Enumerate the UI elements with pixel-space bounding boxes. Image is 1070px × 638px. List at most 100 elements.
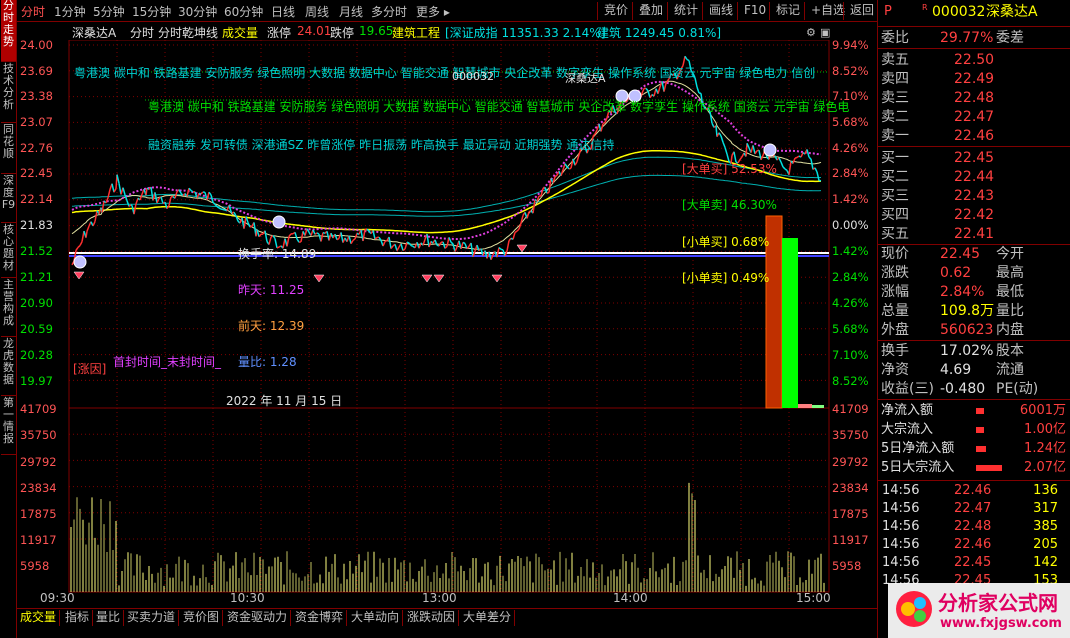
price-segment xyxy=(156,198,160,204)
price-segment xyxy=(388,236,392,249)
overlay-button[interactable]: 叠加 xyxy=(632,2,669,20)
price-segment xyxy=(210,194,214,203)
stat-value: 2.84% xyxy=(940,284,985,300)
bid-row[interactable]: 买四 22.42 xyxy=(878,205,1068,225)
bid-price: 22.44 xyxy=(954,169,995,185)
ask-row[interactable]: 卖一 22.46 xyxy=(878,126,1068,146)
menu-weekly[interactable]: 周线 xyxy=(305,3,329,20)
bid-label: 买一 xyxy=(881,150,909,166)
draw-button[interactable]: 画线 xyxy=(702,2,739,20)
price-segment xyxy=(462,241,466,245)
weibi-row: 委比 29.77% 委差 xyxy=(878,28,1068,48)
menu-multi-intraday[interactable]: 多分时 xyxy=(371,3,407,20)
bid-row[interactable]: 买一 22.45 xyxy=(878,148,1068,168)
tick-price: 22.46 xyxy=(954,537,992,552)
tab-buy-sell-power[interactable]: 买卖力道 xyxy=(124,610,180,626)
small-sell-label: [小单卖] 0.49% xyxy=(682,271,770,285)
bid-row[interactable]: 买三 22.43 xyxy=(878,186,1068,206)
tab-depth-f9[interactable]: 深度F9 xyxy=(1,175,16,223)
tab-fund-drive[interactable]: 资金驱动力 xyxy=(224,610,292,626)
volume-tick: 17875 xyxy=(20,507,57,521)
settings-icon[interactable]: ⚙ xyxy=(806,26,816,39)
tab-indicator[interactable]: 指标 xyxy=(62,610,94,626)
tab-first-intel[interactable]: 第一情报 xyxy=(1,397,16,455)
sector-name[interactable]: 建筑工程 xyxy=(392,24,440,41)
stat2-row: 净资 4.69 流通 xyxy=(878,360,1068,380)
menu-daily[interactable]: 日线 xyxy=(271,3,295,20)
price-segment xyxy=(92,221,96,227)
stat-value: 22.45 xyxy=(940,246,981,262)
tab-big-order-diff[interactable]: 大单差分 xyxy=(460,610,516,626)
menu-intraday[interactable]: 分时 xyxy=(21,3,45,20)
flow-row: 大宗流入 1.00亿 xyxy=(878,421,1068,439)
tab-volume[interactable]: 成交量 xyxy=(17,610,61,626)
tab-volume-ratio[interactable]: 量比 xyxy=(93,610,125,626)
yesterday-annotation: 昨天: 11.25 xyxy=(238,283,305,297)
tab-price-cause[interactable]: 涨跌动因 xyxy=(404,610,460,626)
f10-button[interactable]: F10 xyxy=(737,2,772,20)
tab-fund-game[interactable]: 资金博弈 xyxy=(292,610,348,626)
price-segment xyxy=(126,200,130,207)
bid-row[interactable]: 买五 22.41 xyxy=(878,224,1068,244)
price-tick: 22.14 xyxy=(20,192,53,206)
price-segment xyxy=(145,187,148,196)
ratio-label: 量比: 1.28 xyxy=(238,355,297,369)
back-button[interactable]: 返回 xyxy=(843,2,880,20)
ask-row[interactable]: 卖五 22.50 xyxy=(878,50,1068,70)
ask-row[interactable]: 卖四 22.49 xyxy=(878,69,1068,89)
panel-mark: R xyxy=(922,3,928,12)
limit-down-value: 19.65 xyxy=(359,24,394,38)
stats-button[interactable]: 统计 xyxy=(667,2,704,20)
mark-button[interactable]: 标记 xyxy=(769,2,806,20)
stat2-row: 收益(三) -0.480 PE(动) xyxy=(878,379,1068,399)
tab-ths[interactable]: 同花顺 xyxy=(1,124,16,174)
price-segment xyxy=(314,232,318,235)
flow-label: 5日净流入额 xyxy=(881,441,955,456)
tab-big-order-trend[interactable]: 大单动向 xyxy=(348,610,404,626)
volume-tick: 29792 xyxy=(20,455,57,469)
tab-intraday[interactable]: 分时走势 xyxy=(1,0,16,62)
price-segment xyxy=(79,241,83,246)
pct-tick: 9.94% xyxy=(832,38,869,52)
menu-60min[interactable]: 60分钟 xyxy=(224,3,263,20)
price-segment xyxy=(256,229,260,237)
flow-value: 2.07亿 xyxy=(1024,460,1066,475)
price-segment xyxy=(454,246,458,252)
site-logo: 分析家公式网 www.fxjgsw.com xyxy=(888,583,1070,638)
intraday-chart[interactable] xyxy=(17,40,877,608)
price-segment xyxy=(384,239,388,243)
menu-more[interactable]: 更多 ▸ xyxy=(416,3,450,20)
ask-row[interactable]: 卖二 22.47 xyxy=(878,107,1068,127)
price-segment xyxy=(81,230,85,242)
price-segment xyxy=(500,248,504,251)
price-segment xyxy=(334,233,338,240)
price-segment xyxy=(518,222,522,230)
bid-row[interactable]: 买二 22.44 xyxy=(878,167,1068,187)
tab-auction-chart[interactable]: 竞价图 xyxy=(180,610,224,626)
menu-1min[interactable]: 1分钟 xyxy=(54,3,86,20)
tab-technical[interactable]: 技术分析 xyxy=(1,63,16,123)
menu-30min[interactable]: 30分钟 xyxy=(178,3,217,20)
menu-15min[interactable]: 15分钟 xyxy=(132,3,171,20)
pct-tick: 4.26% xyxy=(832,141,869,155)
mode-qiankun[interactable]: 分时乾坤线 xyxy=(158,24,218,41)
stat-value: 560623 xyxy=(940,322,994,338)
tab-main-business[interactable]: 主营构成 xyxy=(1,279,16,337)
price-segment xyxy=(350,239,354,245)
tab-core-topic[interactable]: 核心题材 xyxy=(1,224,16,278)
mode-intraday[interactable]: 分时 xyxy=(130,24,154,41)
price-segment xyxy=(139,194,143,201)
tab-dragon-tiger[interactable]: 龙虎数据 xyxy=(1,338,16,396)
auction-button[interactable]: 竞价 xyxy=(597,2,634,20)
price-segment xyxy=(174,191,178,199)
price-segment xyxy=(348,235,352,244)
price-segment xyxy=(810,158,814,170)
expand-icon[interactable]: ▣ xyxy=(820,26,830,39)
menu-monthly[interactable]: 月线 xyxy=(339,3,363,20)
tick-price: 22.46 xyxy=(954,483,992,498)
ask-row[interactable]: 卖三 22.48 xyxy=(878,88,1068,108)
price-segment xyxy=(400,243,404,251)
bottom-indicator-tabs: 成交量 指标 量比 买卖力道 竞价图 资金驱动力 资金博弈 大单动向 涨跌动因 … xyxy=(17,608,877,626)
time-tick: 15:00 xyxy=(796,591,831,605)
menu-5min[interactable]: 5分钟 xyxy=(93,3,125,20)
